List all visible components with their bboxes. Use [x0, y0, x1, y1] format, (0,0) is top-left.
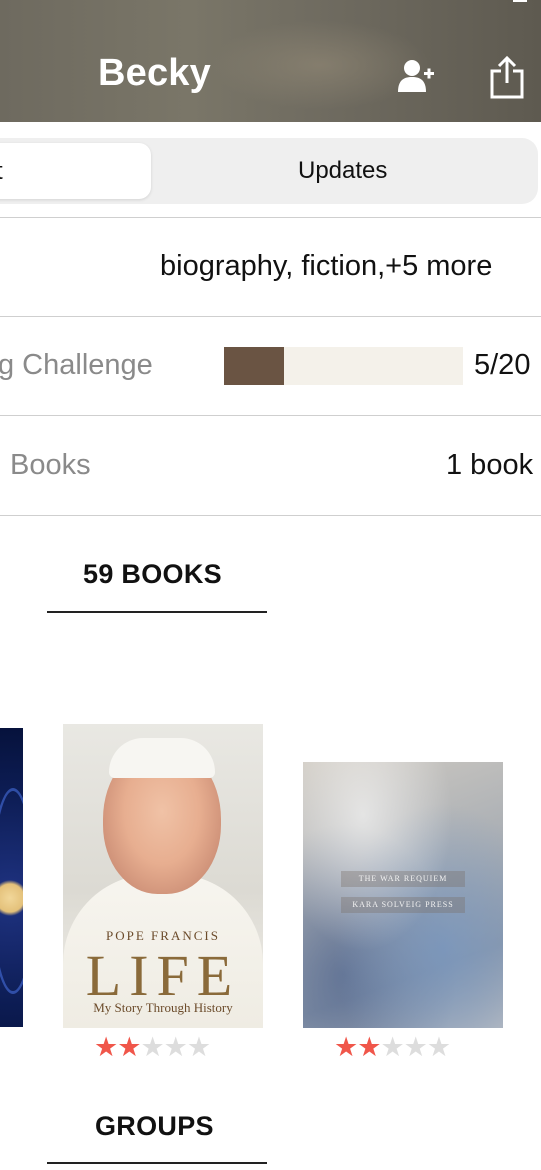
share-icon[interactable] — [488, 55, 526, 99]
book-rating: ★★★★★ — [334, 1032, 451, 1063]
books-section-heading[interactable]: 59 BOOKS — [83, 559, 222, 590]
star-filled-icon: ★ — [94, 1032, 118, 1062]
book-cover-war-requiem[interactable]: THE WAR REQUIEM KARA SOLVEIG PRESS — [303, 762, 503, 1028]
groups-section-underline — [47, 1162, 267, 1164]
reading-challenge-label: g Challenge — [0, 349, 153, 381]
star-empty-icon: ★ — [163, 1032, 188, 1062]
cover-subtitle: My Story Through History — [93, 1000, 233, 1015]
book-rating: ★★★★★ — [94, 1032, 211, 1063]
tab-profile[interactable] — [0, 143, 151, 199]
groups-section-heading[interactable]: GROUPS — [95, 1111, 214, 1142]
cover-title: LIFE — [85, 943, 241, 1008]
divider — [0, 515, 541, 516]
star-filled-icon: ★ — [334, 1032, 358, 1062]
tab-profile-label: t — [0, 158, 3, 186]
book-cover[interactable] — [0, 728, 23, 1027]
reading-challenge-progress-fill — [224, 347, 284, 385]
star-empty-icon: ★ — [380, 1032, 404, 1062]
reading-challenge-progress[interactable] — [224, 347, 463, 385]
books-row-value[interactable]: 1 book — [446, 449, 533, 482]
star-filled-icon: ★ — [357, 1032, 381, 1062]
divider — [0, 415, 541, 416]
favorite-genres-value[interactable]: biography, fiction,+5 more — [160, 250, 492, 283]
star-empty-icon: ★ — [186, 1032, 211, 1062]
cover-title: THE WAR REQUIEM — [341, 871, 465, 887]
profile-name: Becky — [98, 52, 211, 94]
books-section-underline — [47, 611, 267, 613]
star-empty-icon: ★ — [426, 1032, 451, 1062]
cover-publisher: KARA SOLVEIG PRESS — [341, 897, 465, 913]
divider — [0, 316, 541, 317]
star-filled-icon: ★ — [117, 1032, 141, 1062]
cover-art-zucchetto — [109, 738, 215, 778]
book-cover-life[interactable]: POPE FRANCIS LIFE My Story Through Histo… — [63, 724, 263, 1028]
status-indicator — [513, 0, 527, 2]
reading-challenge-count: 5/20 — [474, 349, 531, 381]
divider — [0, 217, 541, 218]
star-empty-icon: ★ — [140, 1032, 164, 1062]
add-friend-icon[interactable] — [396, 58, 436, 94]
books-row-label: Books — [10, 449, 91, 481]
star-empty-icon: ★ — [403, 1032, 428, 1062]
tab-updates[interactable]: Updates — [298, 157, 387, 185]
profile-header: Becky — [0, 0, 541, 122]
